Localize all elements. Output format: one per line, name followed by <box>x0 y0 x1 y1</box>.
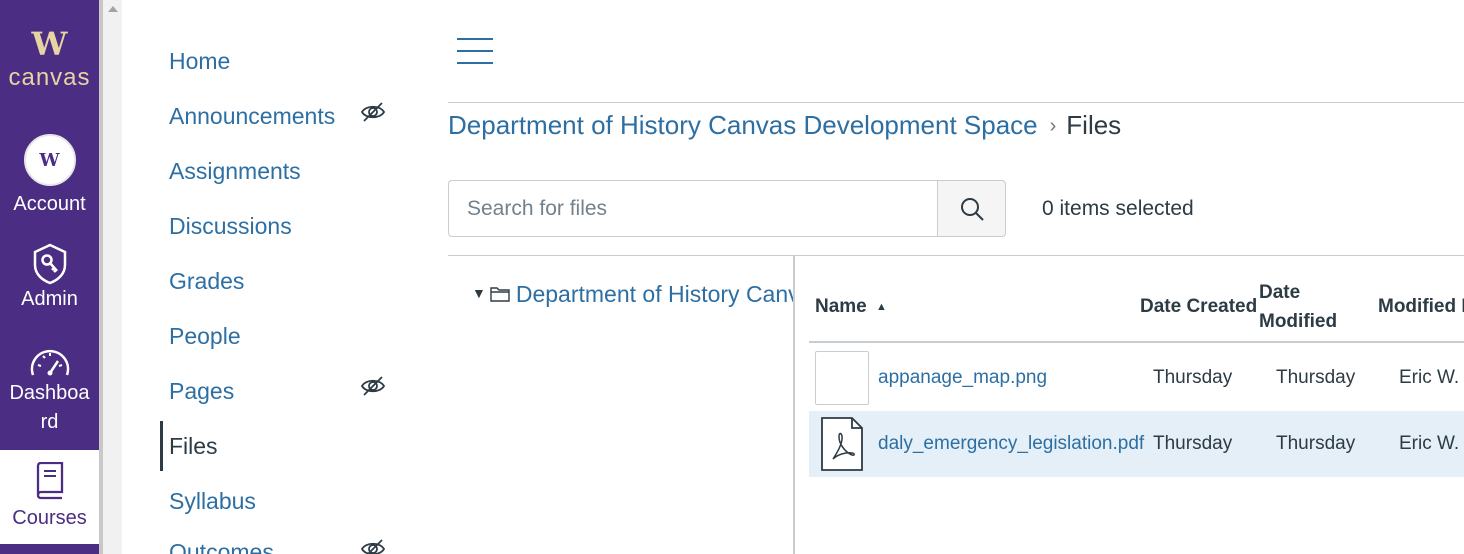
file-name-link[interactable]: appanage_map.png <box>878 366 1047 390</box>
column-header-modified-by[interactable]: Modified By <box>1378 292 1464 321</box>
table-row[interactable]: appanage_map.png Thursday Thursday Eric … <box>809 344 1464 410</box>
uw-logo-mark: W <box>31 25 68 63</box>
course-nav-announcements[interactable]: Announcements <box>169 102 335 130</box>
shield-key-icon <box>33 243 66 285</box>
file-name-link[interactable]: daly_emergency_legislation.pdf <box>878 432 1144 456</box>
scrollbar-track[interactable] <box>103 0 122 554</box>
caret-down-icon[interactable]: ▼ <box>472 280 486 307</box>
hamburger-line <box>457 62 493 64</box>
column-header-date-modified[interactable]: Date Modified <box>1259 278 1337 336</box>
nav-admin-label: Admin <box>21 288 78 310</box>
pdf-file-icon <box>821 417 863 471</box>
column-header-date-modified-line2: Modified <box>1259 311 1338 332</box>
course-nav-files[interactable]: Files <box>169 432 218 460</box>
date-created-cell: Thursday <box>1153 433 1233 454</box>
course-nav-discussions[interactable]: Discussions <box>169 212 292 240</box>
course-nav-grades[interactable]: Grades <box>169 267 244 295</box>
global-nav: W canvas W Account Admin Dashboa rd Cour… <box>0 0 99 554</box>
table-header-divider <box>809 341 1464 343</box>
hamburger-line <box>457 38 493 40</box>
breadcrumb-course-link[interactable]: Department of History Canvas Development… <box>448 110 1038 140</box>
column-header-name-label: Name <box>815 296 867 317</box>
nav-admin[interactable]: Admin <box>0 243 99 314</box>
modified-by-cell[interactable]: Eric W. Ja <box>1399 366 1464 390</box>
file-table: Name ▲ Date Created Date Modified Modifi… <box>809 256 1464 554</box>
modified-by-cell[interactable]: Eric W. Ja <box>1399 432 1464 456</box>
course-nav-pages[interactable]: Pages <box>169 377 234 405</box>
course-nav-home[interactable]: Home <box>169 47 230 75</box>
nav-bottom-strip <box>0 544 99 554</box>
nav-dashboard[interactable]: Dashboa rd <box>0 345 99 437</box>
eye-slash-icon <box>360 102 386 122</box>
canvas-logo[interactable]: W canvas <box>0 0 99 110</box>
hamburger-line <box>457 50 493 52</box>
search-button[interactable] <box>937 180 1006 237</box>
course-nav-people[interactable]: People <box>169 322 241 350</box>
date-modified-cell: Thursday <box>1276 367 1356 388</box>
search-icon <box>960 197 984 221</box>
scroll-up-arrow[interactable] <box>103 0 122 18</box>
tree-divider[interactable] <box>793 256 795 554</box>
nav-courses-label: Courses <box>12 507 87 529</box>
date-modified-cell: Thursday <box>1276 433 1356 454</box>
book-icon <box>36 462 63 500</box>
sort-ascending-icon: ▲ <box>876 301 887 313</box>
nav-dashboard-label: Dashboa rd <box>9 382 90 433</box>
course-nav-syllabus[interactable]: Syllabus <box>169 487 256 515</box>
nav-account-label: Account <box>13 193 86 215</box>
column-header-date-modified-line1: Date <box>1259 282 1301 303</box>
hamburger-menu-button[interactable] <box>457 38 493 64</box>
nav-account[interactable]: W Account <box>0 134 99 219</box>
breadcrumb: Department of History Canvas Development… <box>448 110 1121 143</box>
folder-tree-root[interactable]: ▼ Department of History Canvas Developmen… <box>472 280 793 310</box>
search-input[interactable] <box>449 181 938 236</box>
header-divider <box>448 102 1464 103</box>
folder-icon <box>490 287 510 302</box>
avatar-icon: W <box>23 134 76 186</box>
active-nav-indicator <box>160 421 163 471</box>
dashboard-gauge-icon <box>30 349 69 376</box>
column-header-date-created[interactable]: Date Created <box>1140 292 1257 321</box>
eye-slash-icon <box>360 376 386 396</box>
table-row[interactable]: daly_emergency_legislation.pdf Thursday … <box>809 411 1464 477</box>
search-field <box>448 180 938 237</box>
course-nav-outcomes[interactable]: Outcomes <box>169 538 274 554</box>
folder-tree-label: Department of History Canvas Development… <box>515 281 793 307</box>
image-thumbnail <box>815 351 869 405</box>
canvas-wordmark: canvas <box>8 64 91 91</box>
course-nav-assignments[interactable]: Assignments <box>169 157 301 185</box>
breadcrumb-current: Files <box>1066 110 1122 140</box>
breadcrumb-separator: › <box>1049 115 1057 137</box>
date-created-cell: Thursday <box>1153 367 1233 388</box>
column-header-name[interactable]: Name ▲ <box>815 292 887 324</box>
eye-slash-icon <box>360 539 386 554</box>
nav-courses[interactable]: Courses <box>0 450 99 544</box>
items-selected-count: 0 items selected <box>1042 197 1194 220</box>
